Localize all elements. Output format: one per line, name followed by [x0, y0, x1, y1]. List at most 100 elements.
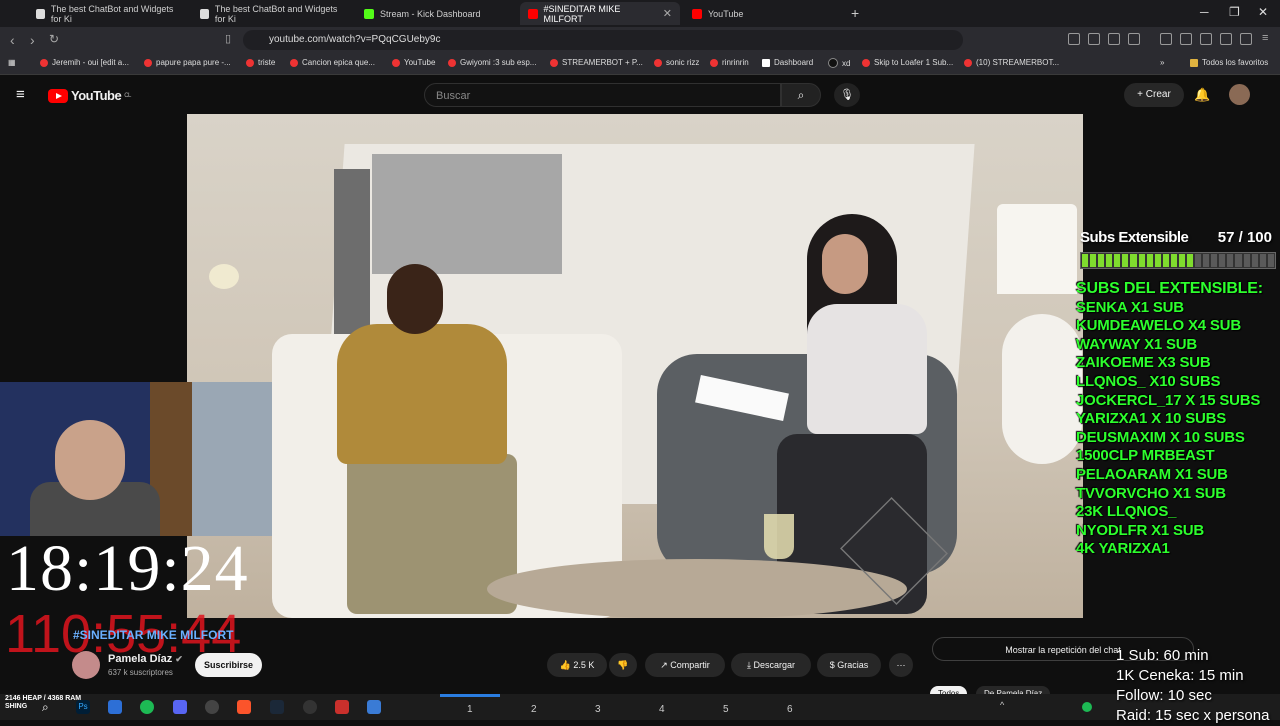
discord-icon[interactable]	[173, 700, 187, 714]
bookmark-item[interactable]: STREAMERBOT + P...	[550, 58, 643, 67]
workspace-6[interactable]: 6	[787, 704, 793, 715]
minimize-icon[interactable]: ─	[1200, 5, 1209, 19]
back-icon[interactable]: ‹	[10, 32, 15, 48]
bookmark-item[interactable]: sonic rizz	[654, 58, 699, 67]
menu-icon[interactable]: ≡	[1262, 32, 1268, 44]
browser-tab[interactable]: YouTube	[684, 2, 844, 25]
app-icon[interactable]	[367, 700, 381, 714]
restore-icon[interactable]: ❐	[1229, 5, 1240, 19]
dislike-button[interactable]: 👎	[609, 653, 637, 677]
notifications-icon[interactable]: 🔔	[1194, 87, 1210, 103]
progress-segment	[1235, 254, 1242, 267]
download-button[interactable]: ⤓ Descargar	[731, 653, 811, 677]
app-icon[interactable]	[108, 700, 122, 714]
workspace-3[interactable]: 3	[595, 704, 601, 715]
spotify-icon[interactable]	[140, 700, 154, 714]
progress-segment	[1251, 254, 1258, 267]
bookmark-item[interactable]: YouTube	[392, 58, 435, 67]
extension-icon[interactable]	[1128, 33, 1140, 45]
bookmark-item[interactable]: papure papa pure -...	[144, 58, 231, 67]
progress-segment	[1146, 254, 1153, 267]
photoshop-icon[interactable]: Ps	[76, 700, 90, 714]
youtube-icon	[246, 58, 254, 67]
more-bookmarks-icon[interactable]: »	[1160, 58, 1164, 67]
wall-art-block	[372, 154, 562, 274]
bookmark-item[interactable]: triste	[246, 58, 275, 67]
browser-tab[interactable]: The best ChatBot and Widgets for Ki	[192, 2, 352, 25]
forward-icon[interactable]: ›	[30, 32, 35, 48]
workspace-4[interactable]: 4	[659, 704, 665, 715]
subscribe-button[interactable]: Suscribirse	[195, 653, 262, 677]
bookmark-item[interactable]: xd	[828, 58, 850, 68]
subs-list-item: ZAIKOEME X3 SUB	[1076, 354, 1211, 372]
extension-icon[interactable]	[1220, 33, 1232, 45]
subs-list-item: LLQNOS_ X10 SUBS	[1076, 372, 1221, 390]
voice-search-icon[interactable]: 🎙	[834, 83, 860, 107]
rule-line: Raid: 15 sec x persona	[1116, 707, 1270, 724]
progress-segment	[1106, 254, 1113, 267]
more-actions-icon[interactable]: ⋯	[889, 653, 913, 677]
extension-icon[interactable]	[1068, 33, 1080, 45]
hamburger-menu-icon[interactable]: ≡	[16, 86, 25, 103]
bookmark-folder[interactable]: Todos los favoritos	[1190, 58, 1268, 67]
obs-icon[interactable]	[205, 700, 219, 714]
share-button[interactable]: ↗ Compartir	[645, 653, 725, 677]
bookmark-item[interactable]: Jeremih - oui [edit a...	[40, 58, 129, 67]
workspace-1[interactable]: 1	[467, 704, 473, 715]
shield-icon[interactable]	[1240, 33, 1252, 45]
progress-segment	[1162, 254, 1169, 267]
rule-line: 1K Ceneka: 15 min	[1116, 667, 1244, 684]
subs-progress-bar	[1080, 252, 1276, 269]
steam-icon[interactable]	[270, 700, 284, 714]
spotify-tray-icon[interactable]	[1082, 702, 1092, 712]
app-icon[interactable]	[303, 700, 317, 714]
apps-icon[interactable]: ▦	[8, 58, 16, 67]
bookmark-item[interactable]: Dashboard	[762, 58, 813, 67]
tray-chevron-icon[interactable]: ^	[1000, 700, 1014, 714]
brave-icon[interactable]	[237, 700, 251, 714]
channel-avatar[interactable]	[72, 651, 100, 679]
bookmark-item[interactable]: (10) STREAMERBOT...	[964, 58, 1059, 67]
browser-tab[interactable]: Stream - Kick Dashboard	[356, 2, 516, 25]
extension-icon[interactable]	[1108, 33, 1120, 45]
video-player[interactable]	[187, 114, 1083, 618]
close-window-icon[interactable]: ✕	[1258, 5, 1268, 19]
bookmark-icon[interactable]: ▯	[225, 32, 231, 45]
search-icon[interactable]: ⌕	[42, 700, 56, 714]
avatar[interactable]	[1229, 84, 1250, 105]
search-input[interactable]: Buscar	[424, 83, 781, 107]
bookmark-item[interactable]: Gwiyomi :3 sub esp...	[448, 58, 536, 67]
youtube-icon	[692, 8, 702, 19]
youtube-icon	[550, 58, 558, 67]
reload-icon[interactable]: ↻	[49, 32, 59, 46]
url-field[interactable]: youtube.com/watch?v=PQqCGUeby9c	[243, 30, 963, 50]
subs-list-item: JOCKERCL_17 X 15 SUBS	[1076, 391, 1261, 409]
browser-tab[interactable]: The best ChatBot and Widgets for Ki	[28, 2, 188, 25]
close-tab-icon[interactable]: ✕	[663, 7, 672, 20]
bookmark-item[interactable]: Cancion epica que...	[290, 58, 375, 67]
progress-segment	[1267, 254, 1274, 267]
workspace-5[interactable]: 5	[723, 704, 729, 715]
bookmark-item[interactable]: Skip to Loafer 1 Sub...	[862, 58, 953, 67]
app-icon[interactable]	[335, 700, 349, 714]
thanks-button[interactable]: $ Gracias	[817, 653, 881, 677]
subs-list-item: 23K LLQNOS_	[1076, 503, 1177, 521]
sidebar-icon[interactable]	[1180, 33, 1192, 45]
progress-segment	[1130, 254, 1137, 267]
progress-segment	[1227, 254, 1234, 267]
browser-tab-active[interactable]: #SINEDITAR MIKE MILFORT ✕	[520, 2, 680, 25]
extension-icon[interactable]	[1088, 33, 1100, 45]
progress-segment	[1211, 254, 1218, 267]
subs-list-item: WAYWAY X1 SUB	[1076, 335, 1198, 353]
youtube-logo[interactable]: YouTube CL	[48, 88, 131, 103]
channel-name[interactable]: Pamela Díaz ✔	[108, 653, 183, 665]
like-button[interactable]: 👍 2.5 K	[547, 653, 607, 677]
new-tab-icon[interactable]: +	[851, 5, 859, 21]
music-icon[interactable]	[1160, 33, 1172, 45]
wallet-icon[interactable]	[1200, 33, 1212, 45]
search-button[interactable]: ⌕	[781, 83, 821, 107]
create-button[interactable]: + Crear	[1124, 83, 1184, 107]
youtube-play-icon	[48, 88, 68, 103]
bookmark-item[interactable]: rinrinrin	[710, 58, 749, 67]
workspace-2[interactable]: 2	[531, 704, 537, 715]
